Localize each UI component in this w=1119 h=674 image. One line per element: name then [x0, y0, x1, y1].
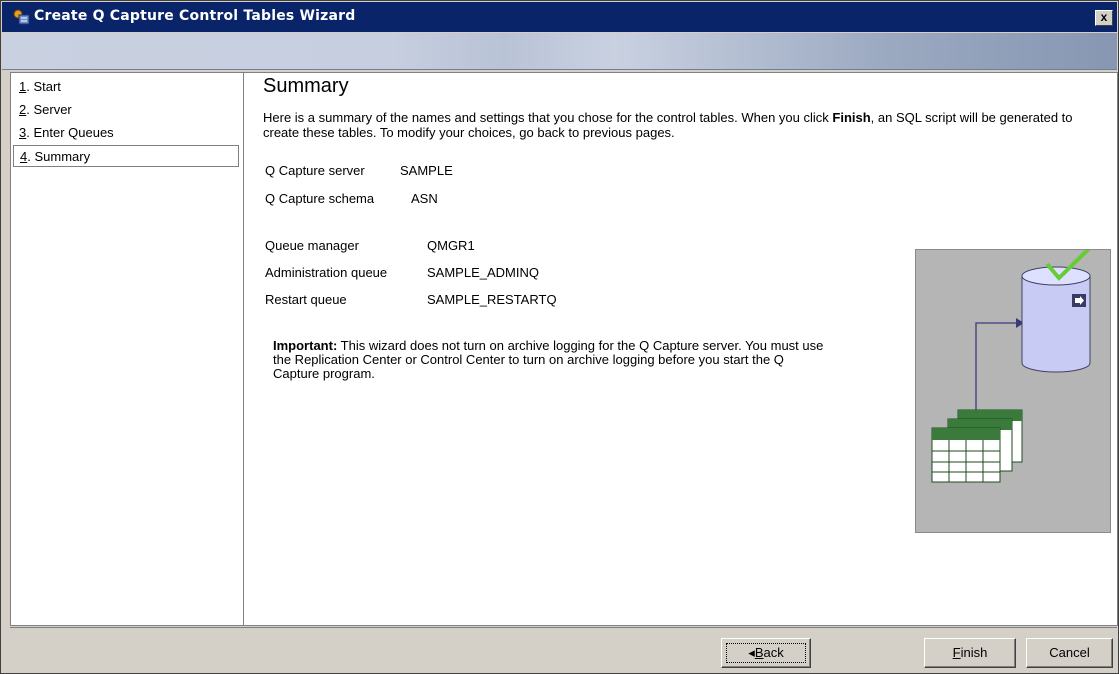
wizard-step-list: 1. Start 2. Server 3. Enter Queues 4. Su… — [10, 72, 244, 626]
window-title: Create Q Capture Control Tables Wizard — [34, 8, 356, 24]
admin-queue-label: Administration queue — [265, 265, 388, 280]
summary-illustration — [915, 232, 1111, 533]
close-button[interactable]: x — [1095, 10, 1113, 26]
close-icon: x — [1100, 10, 1108, 24]
nav-item-enter-queues[interactable]: 3. Enter Queues — [13, 122, 239, 144]
server-label: Q Capture server — [265, 163, 365, 178]
title-bar: Create Q Capture Control Tables Wizard x — [2, 2, 1117, 32]
wizard-banner — [2, 33, 1117, 70]
nav-item-summary[interactable]: 4. Summary — [13, 145, 239, 167]
nav-item-server[interactable]: 2. Server — [13, 99, 239, 121]
page-title: Summary — [263, 75, 349, 97]
nav-item-start[interactable]: 1. Start — [13, 76, 239, 98]
wizard-window: Create Q Capture Control Tables Wizard x… — [0, 0, 1119, 674]
admin-queue-value: SAMPLE_ADMINQ — [427, 265, 539, 280]
footer-separator — [10, 627, 1117, 628]
tables-stack-icon — [931, 409, 1023, 483]
restart-queue-label: Restart queue — [265, 292, 347, 307]
database-icon — [1021, 266, 1091, 373]
server-value: SAMPLE — [400, 163, 453, 178]
restart-queue-value: SAMPLE_RESTARTQ — [427, 292, 557, 307]
queue-manager-label: Queue manager — [265, 238, 359, 253]
schema-label: Q Capture schema — [265, 191, 375, 206]
intro-text: Here is a summary of the names and setti… — [263, 110, 1073, 140]
summary-panel: Summary Here is a summary of the names a… — [244, 72, 1118, 626]
finish-button[interactable]: Finish — [924, 638, 1016, 668]
schema-value: ASN — [411, 191, 438, 206]
focus-rect — [726, 643, 806, 663]
queue-manager-value: QMGR1 — [427, 238, 475, 253]
illustration-svg — [931, 232, 1106, 483]
wizard-app-icon — [13, 9, 30, 25]
important-note: Important: This wizard does not turn on … — [273, 338, 824, 381]
back-button[interactable]: ◂Back — [721, 638, 811, 668]
cancel-button[interactable]: Cancel — [1026, 638, 1113, 668]
